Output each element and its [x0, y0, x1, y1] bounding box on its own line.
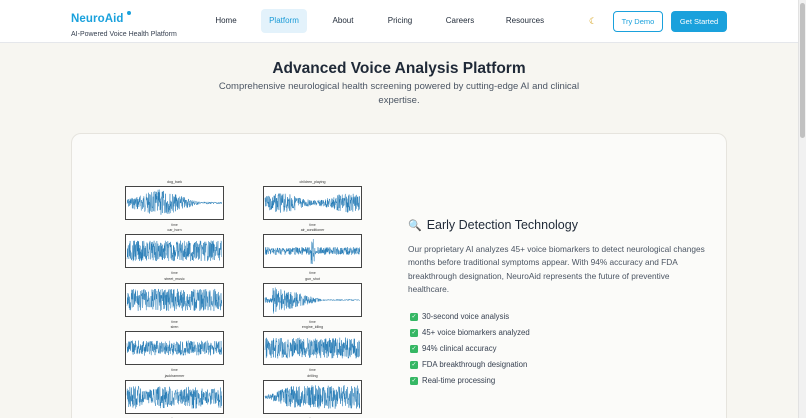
plot-area	[125, 186, 224, 220]
plot-area	[263, 331, 362, 365]
waveform-plot-siren: siren time	[125, 325, 224, 372]
waveform-plot-children-playing: children_playingtime	[263, 180, 362, 227]
waveform-line	[126, 385, 223, 409]
brand-tagline: AI-Powered Voice Health Platform	[71, 31, 177, 38]
waveform-line	[126, 189, 222, 215]
plot-area	[125, 234, 224, 268]
waveform-plot-drilling: drillingtime	[263, 374, 362, 418]
waveform-line	[264, 385, 361, 409]
waveform-plot-car-horn: car_horntime	[125, 228, 224, 275]
plot-title: jackhammer	[164, 374, 185, 378]
page-subtitle: Comprehensive neurological health screen…	[218, 81, 580, 106]
feature-section: 🔍 Early Detection Technology Our proprie…	[408, 218, 708, 389]
plot-xlabel: time	[171, 320, 178, 324]
plot-xlabel: time	[309, 223, 316, 227]
list-item-label: 94% clinical accuracy	[422, 344, 497, 354]
plot-area	[263, 234, 362, 268]
nav-home[interactable]: Home	[205, 9, 247, 33]
list-item: ✓ 94% clinical accuracy	[408, 341, 708, 357]
plot-area	[263, 186, 362, 220]
nav-about[interactable]: About	[323, 9, 363, 33]
plot-xlabel: time	[309, 368, 316, 372]
feature-list: ✓ 30-second voice analysis ✓ 45+ voice bio…	[408, 309, 708, 389]
plot-title: dog_bark	[167, 180, 182, 184]
list-item-label: 30-second voice analysis	[422, 312, 510, 322]
nav-resources[interactable]: Resources	[501, 9, 549, 33]
plot-title: street_music	[164, 277, 185, 281]
plot-title: drilling	[307, 374, 318, 378]
plot-title: children_playing	[299, 180, 326, 184]
waveform-line	[264, 337, 360, 359]
plot-xlabel: time	[309, 271, 316, 275]
page-title: Advanced Voice Analysis Platform	[272, 60, 526, 77]
waveform-plot-street-music: street_musictime	[125, 277, 224, 324]
brand-logo[interactable]: NeuroAid AI-Powered Voice Health Platfor…	[71, 9, 177, 38]
waveform-line	[126, 288, 223, 312]
list-item-label: 45+ voice biomarkers analyzed	[422, 328, 530, 338]
nav-careers[interactable]: Careers	[439, 9, 481, 33]
magnifier-icon: 🔍	[408, 219, 422, 232]
feature-heading: 🔍 Early Detection Technology	[408, 218, 708, 232]
brand-dot-icon	[126, 11, 131, 15]
try-demo-button[interactable]: Try Demo	[613, 11, 663, 32]
waveform-figure: dog_bark time children_playing time car_horn…	[113, 176, 375, 418]
plot-title: air_conditioner	[300, 228, 325, 232]
scrollbar-thumb[interactable]	[800, 3, 805, 138]
plot-title: siren	[170, 325, 179, 329]
plot-xlabel: time	[171, 271, 178, 275]
get-started-button[interactable]: Get Started	[671, 11, 727, 32]
brand-name: NeuroAid	[71, 13, 124, 25]
feature-title-text: Early Detection Technology	[426, 218, 578, 232]
feature-description: Our proprietary AI analyzes 45+ voice bi…	[408, 244, 705, 295]
top-navbar: NeuroAid AI-Powered Voice Health Platfor…	[0, 0, 798, 43]
waveform-line	[264, 193, 361, 213]
list-item: ✓ FDA breakthrough designation	[408, 357, 708, 373]
check-icon: ✓	[410, 312, 418, 321]
plot-area	[125, 331, 224, 365]
nav-platform[interactable]: Platform	[261, 9, 307, 33]
plot-xlabel: time	[309, 320, 316, 324]
plot-xlabel: time	[171, 223, 178, 227]
plot-area	[263, 380, 362, 414]
plot-title: gun_shot	[305, 277, 320, 281]
check-icon: ✓	[410, 360, 418, 369]
plot-area	[125, 283, 224, 317]
list-item-label: FDA breakthrough designation	[422, 360, 528, 370]
waveform-line	[126, 340, 223, 357]
plot-area	[125, 380, 224, 414]
check-icon: ✓	[410, 376, 418, 385]
waveform-plot-air-conditioner: air_conditionertime	[263, 228, 362, 275]
nav-pricing[interactable]: Pricing	[379, 9, 421, 33]
waveform-line	[126, 240, 223, 262]
check-icon: ✓	[410, 328, 418, 337]
waveform-plot-engine-idling: engine_idlingtime	[263, 325, 362, 372]
list-item: ✓ 30-second voice analysis	[408, 309, 708, 325]
list-item: ✓ Real-time processing	[408, 373, 708, 389]
plot-xlabel: time	[171, 368, 178, 372]
moon-icon[interactable]: ☾	[589, 15, 601, 27]
list-item: ✓ 45+ voice biomarkers analyzed	[408, 325, 708, 341]
page-scrollbar[interactable]	[798, 0, 806, 418]
list-item-label: Real-time processing	[422, 376, 496, 386]
plot-area	[263, 283, 362, 317]
check-icon: ✓	[410, 344, 418, 353]
waveform-plot-jackhammer: jackhammertime	[125, 374, 224, 418]
waveform-line	[264, 239, 361, 265]
plot-title: engine_idling	[301, 325, 324, 329]
waveform-plot-gun-shot: gun_shottime	[263, 277, 362, 324]
waveform-plot-dog-bark: dog_barktime	[125, 180, 224, 227]
plot-title: car_horn	[167, 228, 182, 232]
waveform-line	[264, 287, 360, 314]
